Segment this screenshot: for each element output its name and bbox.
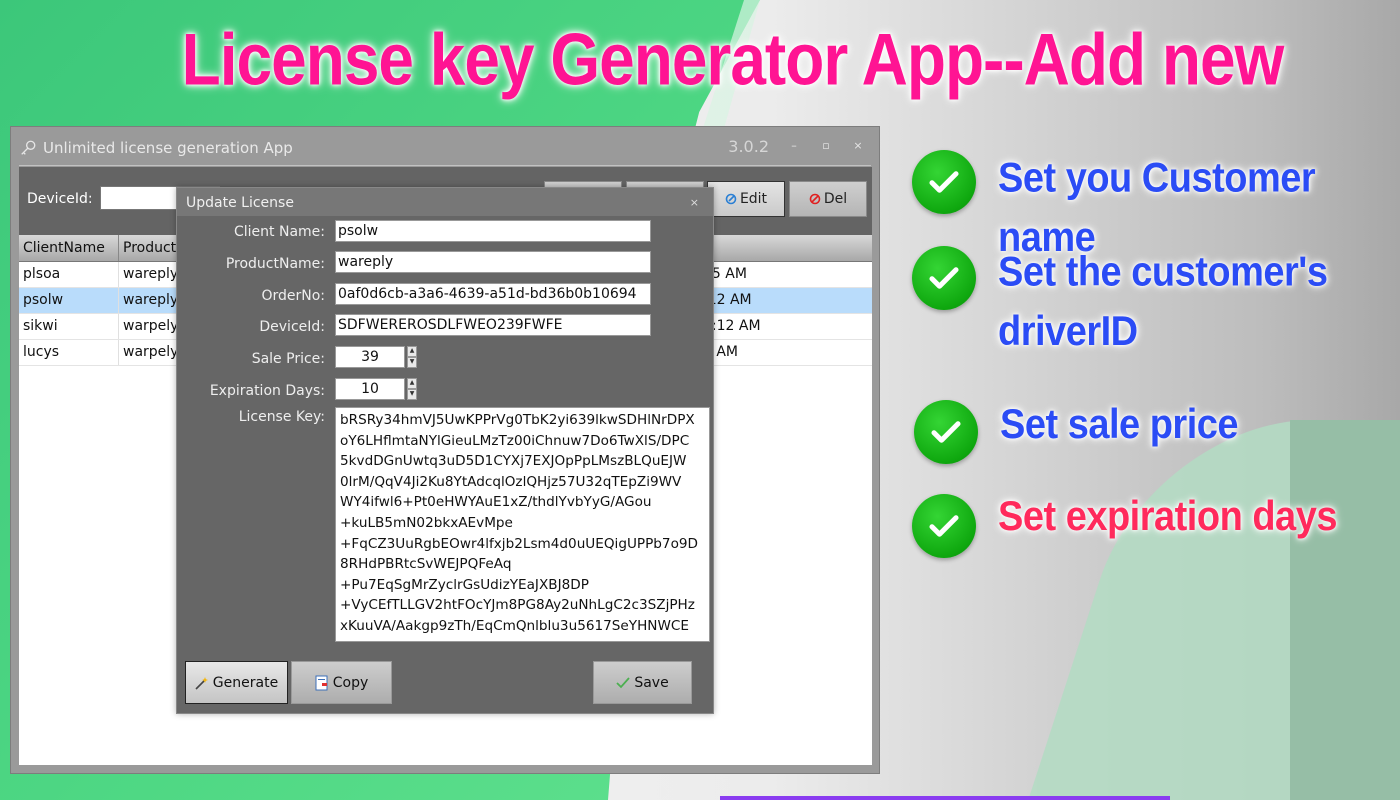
license-key-line: +FqCZ3UuRgbEOwr4lfxjb2Lsm4d0uUEQigUPPb7o… (340, 535, 699, 552)
minimize-button[interactable]: – (787, 139, 801, 153)
license-key-line: bRSRy34hmVJ5UwKPPrVg0TbK2yi639lkwSDHlNrD… (340, 412, 695, 428)
license-key-line: +kuLB5mN02bkxAEvMpe (340, 514, 513, 531)
edit-button[interactable]: Edit (707, 181, 785, 217)
spin-down-icon[interactable]: ▼ (407, 389, 417, 400)
sale-price-input[interactable]: 39 (335, 346, 405, 368)
generate-button[interactable]: Generate (185, 661, 288, 704)
feature-text: Set expiration days (998, 493, 1337, 541)
app-title: Unlimited license generation App (43, 139, 293, 157)
license-key-line: +VyCEfTLLGV2htFOcYJm8PG8Ay2uNhLgC2c3SZjP… (340, 597, 695, 614)
client-name-input[interactable]: psolw (335, 220, 651, 242)
feature-item: Set sale price (914, 400, 1239, 464)
cell-time: 25 AM (703, 266, 747, 282)
edit-icon (725, 193, 737, 205)
update-license-dialog: Update License × Client Name: psolw Prod… (176, 187, 714, 714)
spin-up-icon[interactable]: ▲ (407, 378, 417, 389)
dialog-title: Update License (186, 195, 294, 211)
expiration-days-stepper[interactable]: ▲ ▼ (407, 378, 417, 400)
expiration-days-label: Expiration Days: (209, 383, 325, 399)
cell-time: 0:12 AM (703, 318, 761, 334)
license-key-line: 8RHdPBRtcSvWEJPQFeAq (340, 556, 512, 573)
device-id-label: DeviceId: (27, 191, 93, 207)
license-key-line: 0lrM/QqV4Ji2Ku8YtAdcqlOzlQHjz57U32qTEpZi… (340, 473, 682, 490)
cell-time: 3 AM (703, 344, 739, 360)
sale-price-label: Sale Price: (251, 351, 325, 367)
feature-text: Set the customer's driverID (998, 249, 1328, 355)
dialog-close-button[interactable]: × (690, 188, 699, 218)
banner-headline: License key Generator App--Add new (181, 17, 1285, 101)
title-divider (19, 165, 871, 166)
delete-button[interactable]: Del (789, 181, 867, 217)
feature-text: Set sale price (1000, 401, 1239, 449)
edit-label: Edit (739, 191, 768, 207)
license-key-label: License Key: (238, 409, 325, 425)
device-id-label: DeviceId: (259, 319, 325, 335)
cell-client: sikwi (19, 314, 119, 339)
check-circle-icon (912, 494, 976, 558)
order-no-input[interactable]: 0af0d6cb-a3a6-4639-a51d-bd36b0b10694 (335, 283, 651, 305)
cell-client: psolw (19, 288, 119, 313)
spin-up-icon[interactable]: ▲ (407, 346, 417, 357)
cell-time: :12 AM (703, 292, 752, 308)
license-key-line: WY4ifwl6+Pt0eHWYAuE1xZ/thdlYvbYyG/AGou (340, 494, 652, 511)
decorative-bottom-bar (720, 796, 1170, 800)
license-key-line: +Pu7EqSgMrZyclrGsUdizYEaJXBJ8DP (340, 576, 589, 593)
generate-label: Generate (212, 674, 279, 691)
cell-client: lucys (19, 340, 119, 365)
close-button[interactable]: × (851, 139, 865, 153)
expiration-days-input[interactable]: 10 (335, 378, 405, 400)
magic-wand-icon (195, 676, 209, 690)
cell-client: plsoa (19, 262, 119, 287)
background-wave-edge (1290, 420, 1400, 800)
license-key-line: xKuuVA/Aakgp9zTh/EqCmQnlblu3u5617SeYHNWC… (340, 617, 689, 634)
maximize-button[interactable]: ▫ (819, 139, 833, 153)
order-no-label: OrderNo: (261, 288, 325, 304)
column-header-clientname[interactable]: ClientName (19, 235, 119, 261)
license-key-line: 5kvdDGnUwtq3uD5D1CYXj7EXJOpPpLMszBLQuEJW (340, 453, 687, 470)
check-circle-icon (914, 400, 978, 464)
device-id-input[interactable]: SDFWEREROSDLFWEO239FWFE (335, 314, 651, 336)
save-button[interactable]: Save (593, 661, 692, 704)
spin-down-icon[interactable]: ▼ (407, 357, 417, 368)
delete-icon (809, 193, 821, 205)
app-titlebar: Unlimited license generation App (19, 135, 293, 161)
checkmark-icon (616, 676, 630, 689)
copy-label: Copy (332, 674, 369, 691)
key-icon (19, 139, 37, 157)
check-circle-icon (912, 246, 976, 310)
sale-price-stepper[interactable]: ▲ ▼ (407, 346, 417, 368)
feature-item: Set expiration days (912, 494, 1337, 558)
client-name-label: Client Name: (234, 224, 325, 240)
product-name-input[interactable]: wareply (335, 251, 651, 273)
save-label: Save (634, 674, 669, 691)
copy-icon (315, 675, 329, 691)
license-key-textarea[interactable]: bRSRy34hmVJ5UwKPPrVg0TbK2yi639lkwSDHlNrD… (335, 407, 710, 642)
app-version: 3.0.2 (728, 137, 769, 156)
dialog-titlebar: Update License × (177, 188, 713, 216)
check-circle-icon (912, 150, 976, 214)
license-key-line: oY6LHflmtaNYlGieuLMzTz00iChnuw7Do6TwXlS/… (340, 432, 690, 449)
feature-item: Set the customer's driverID (912, 246, 1328, 356)
copy-button[interactable]: Copy (291, 661, 392, 704)
product-name-label: ProductName: (225, 256, 325, 272)
delete-label: Del (823, 191, 848, 207)
